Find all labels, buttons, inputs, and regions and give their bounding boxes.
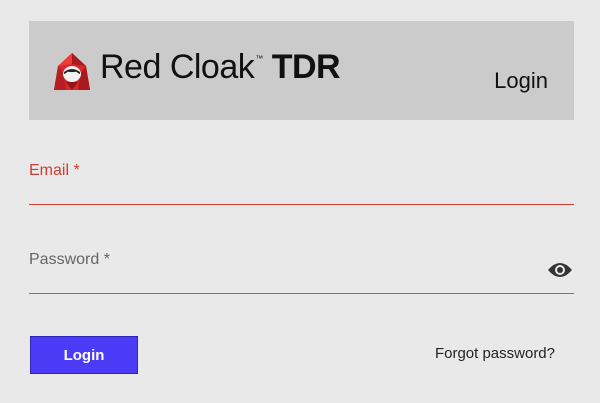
hooded-figure-icon bbox=[54, 53, 90, 90]
login-page: Red Cloak™ TDR Login Email * Password * … bbox=[0, 0, 600, 403]
email-field[interactable]: Email * bbox=[29, 158, 574, 205]
login-button[interactable]: Login bbox=[30, 336, 138, 374]
brand-logo: Red Cloak™ TDR bbox=[52, 48, 372, 94]
brand-wordmark: Red Cloak™ TDR bbox=[100, 48, 341, 87]
show-password-icon[interactable] bbox=[547, 261, 573, 279]
header-bar: Red Cloak™ TDR Login bbox=[29, 21, 574, 120]
password-field[interactable]: Password * bbox=[29, 247, 574, 294]
forgot-password-link[interactable]: Forgot password? bbox=[435, 345, 555, 362]
brand-name: Red Cloak bbox=[100, 48, 255, 86]
email-label: Email * bbox=[29, 162, 80, 179]
header-title: Login bbox=[494, 68, 548, 93]
trademark-symbol: ™ bbox=[255, 54, 263, 63]
password-label: Password * bbox=[29, 251, 110, 268]
brand-suffix: TDR bbox=[271, 48, 341, 86]
